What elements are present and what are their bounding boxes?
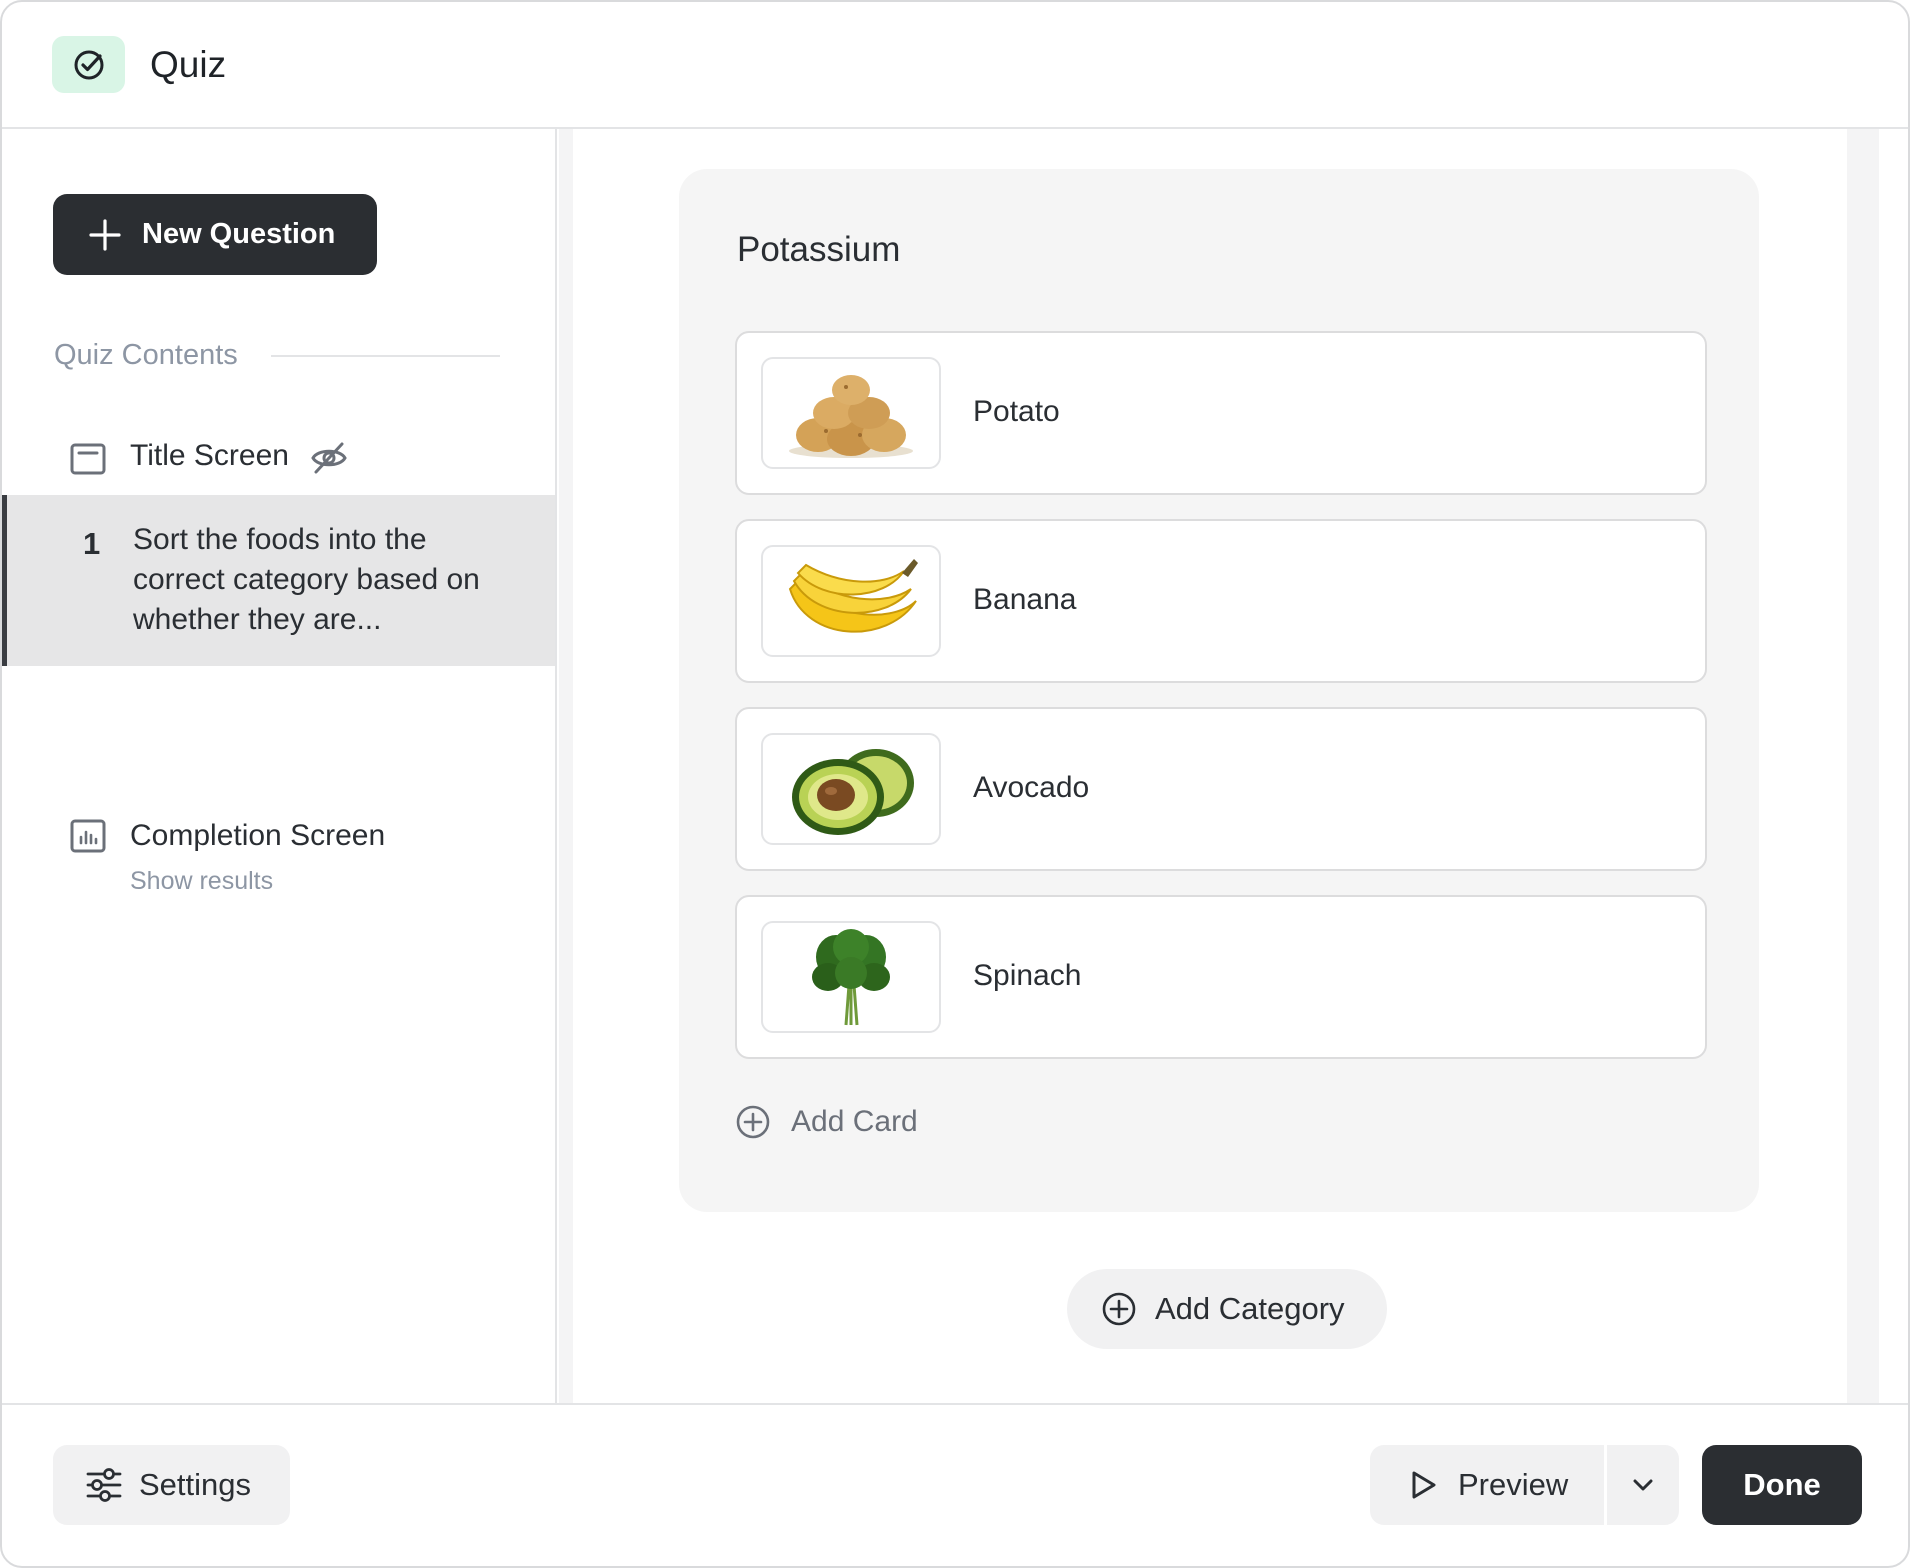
card-label: Avocado [973, 771, 1090, 804]
new-question-button[interactable]: New Question [53, 194, 377, 275]
sidebar-item-question-1[interactable]: 1 Sort the foods into the correct catego… [2, 495, 555, 666]
card-avocado[interactable]: Avocado [735, 707, 1707, 871]
preview-label: Preview [1458, 1467, 1569, 1502]
done-button[interactable]: Done [1702, 1445, 1862, 1525]
new-question-label: New Question [142, 218, 336, 250]
question-text: Sort the foods into the correct category… [133, 523, 480, 636]
title-screen-label: Title Screen [130, 439, 289, 472]
card-spinach[interactable]: Spinach [735, 895, 1707, 1059]
settings-button[interactable]: Settings [53, 1445, 290, 1525]
banana-image [761, 545, 941, 657]
plus-circle-icon [736, 1105, 770, 1139]
card-label: Potato [973, 395, 1060, 428]
category-panel: Potassium Potato Banana Avocado Spinach … [679, 169, 1759, 1212]
main-panel: Potassium Potato Banana Avocado Spinach … [559, 129, 1879, 1403]
avocado-image [761, 733, 941, 845]
app-title: Quiz [150, 43, 227, 85]
plus-circle-icon [1102, 1292, 1136, 1326]
add-card-label: Add Card [791, 1105, 918, 1138]
sidebar-item-title-screen[interactable]: Title Screen [2, 419, 555, 499]
bar-chart-icon [70, 819, 106, 858]
plus-icon [88, 218, 122, 252]
card-label: Banana [973, 583, 1077, 616]
completion-screen-subtext: Show results [130, 867, 274, 895]
add-category-label: Add Category [1155, 1291, 1345, 1326]
card-label: Spinach [973, 959, 1082, 992]
completion-screen-label[interactable]: Completion Screen [130, 819, 385, 853]
card-banana[interactable]: Banana [735, 519, 1707, 683]
preview-button[interactable]: Preview [1370, 1445, 1604, 1525]
chevron-down-icon [1633, 1479, 1653, 1491]
quiz-contents-label: Quiz Contents [54, 339, 238, 371]
eye-off-icon[interactable] [310, 441, 348, 480]
quiz-contents-heading: Quiz Contents [54, 339, 500, 372]
sliders-icon [86, 1468, 122, 1502]
sidebar: New Question Quiz Contents Title Screen [2, 129, 557, 1403]
preview-dropdown-button[interactable] [1607, 1445, 1679, 1525]
footer: Settings Preview Done [2, 1403, 1908, 1566]
screen-icon [70, 443, 106, 480]
quiz-editor-window: Quiz New Question Quiz Contents Title Sc… [0, 0, 1910, 1568]
potato-image [761, 357, 941, 469]
category-title[interactable]: Potassium [737, 230, 900, 270]
divider [270, 354, 500, 357]
sidebar-item-completion-screen[interactable] [2, 679, 555, 789]
question-number: 1 [83, 526, 101, 561]
add-category-button[interactable]: Add Category [1067, 1269, 1387, 1349]
check-circle-icon [52, 36, 125, 93]
settings-label: Settings [139, 1467, 252, 1502]
spinach-image [761, 921, 941, 1033]
add-card-button[interactable]: Add Card [735, 1104, 918, 1140]
play-icon [1412, 1471, 1436, 1499]
header: Quiz [2, 2, 1908, 129]
card-potato[interactable]: Potato [735, 331, 1707, 495]
